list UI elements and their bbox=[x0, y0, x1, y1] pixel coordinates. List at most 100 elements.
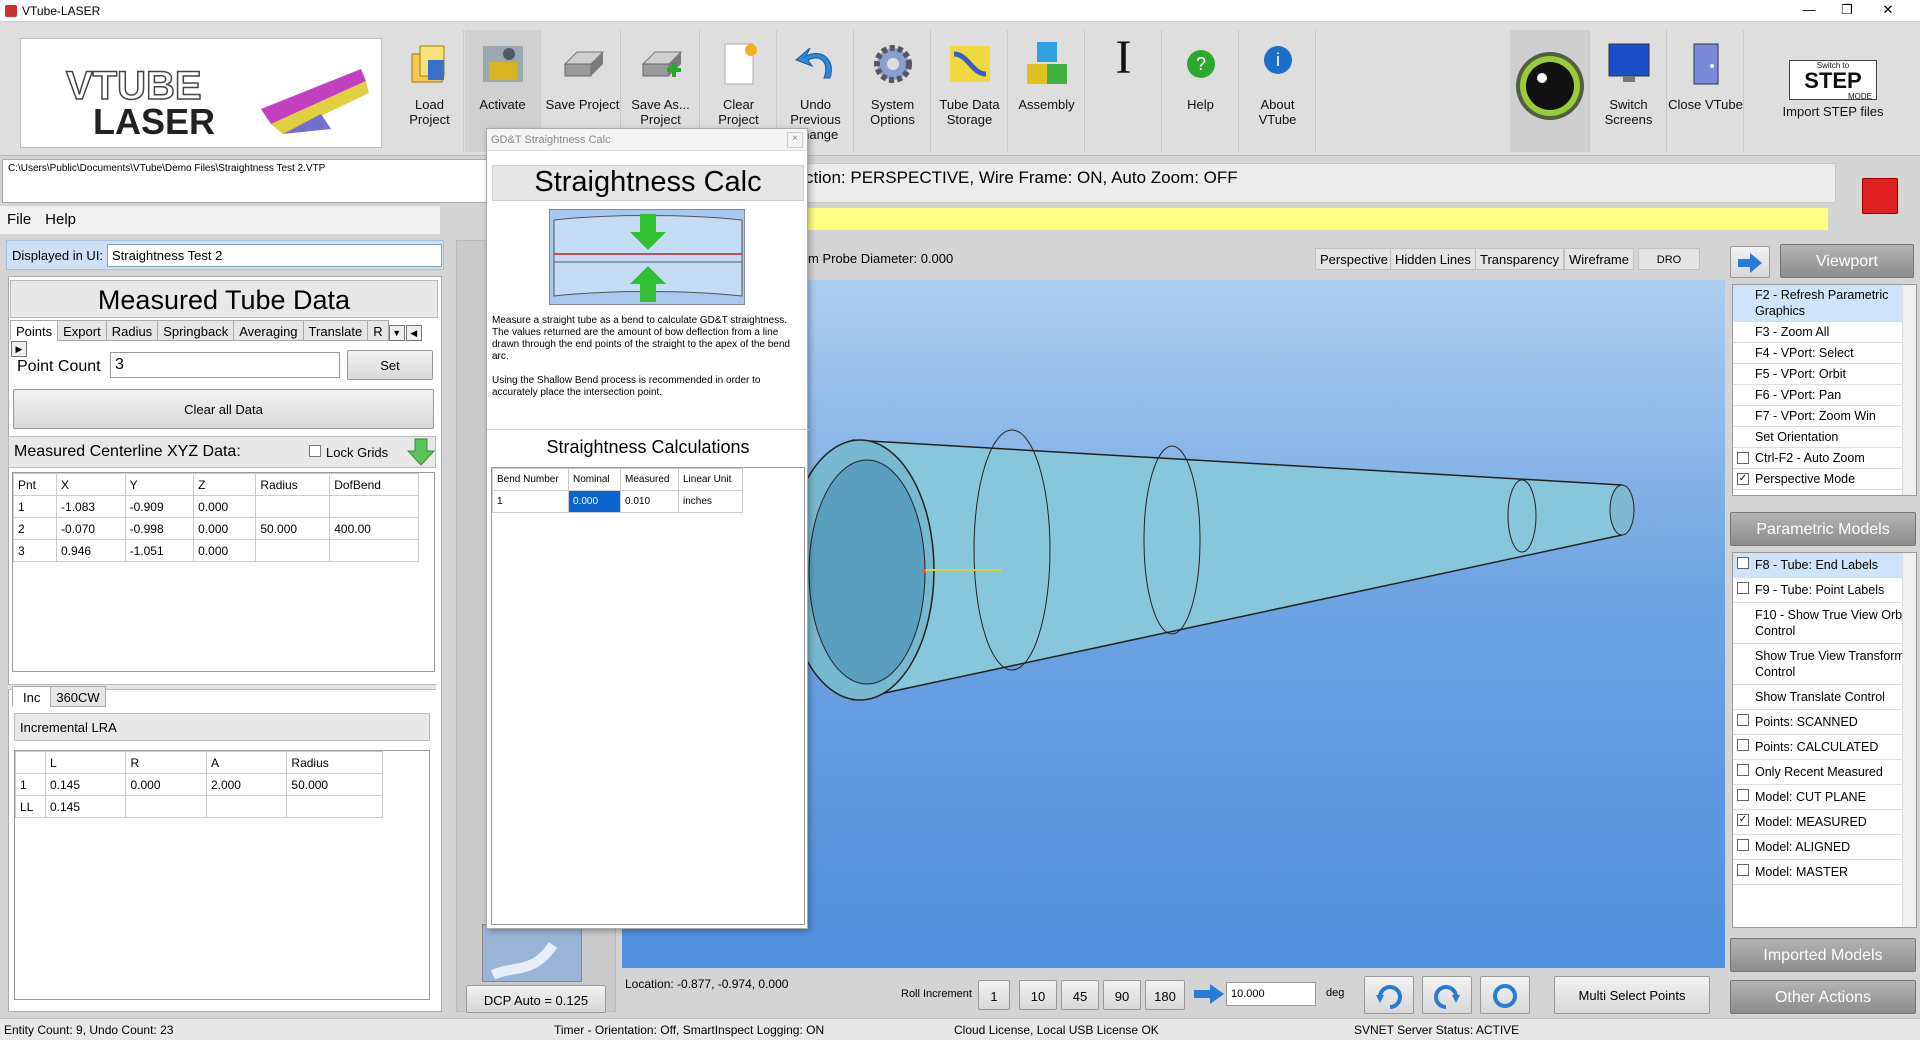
roll-10-button[interactable]: 10 bbox=[1019, 980, 1057, 1010]
tube-data-storage-button[interactable]: Tube Data Storage bbox=[932, 30, 1008, 152]
points-scanned-checkbox[interactable] bbox=[1737, 714, 1749, 726]
list-item-points-calculated[interactable]: Points: CALCULATED bbox=[1733, 735, 1916, 760]
tab-inc[interactable]: Inc bbox=[12, 686, 52, 707]
cell[interactable]: 0.000 bbox=[193, 539, 257, 562]
point-labels-checkbox[interactable] bbox=[1737, 582, 1749, 594]
list-item-end-labels[interactable]: F8 - Tube: End Labels bbox=[1733, 553, 1916, 578]
lock-grids-checkbox[interactable] bbox=[309, 445, 321, 457]
cell[interactable] bbox=[255, 495, 331, 518]
cell[interactable]: -0.070 bbox=[56, 517, 126, 540]
roll-90-button[interactable]: 90 bbox=[1103, 980, 1141, 1010]
menu-file[interactable]: File bbox=[0, 206, 38, 233]
menu-help[interactable]: Help bbox=[38, 206, 83, 233]
close-window-button[interactable]: ✕ bbox=[1874, 2, 1902, 18]
tab-left-icon[interactable]: ◀ bbox=[405, 325, 422, 341]
cell[interactable]: 400.00 bbox=[329, 517, 419, 540]
wireframe-button[interactable]: Wireframe bbox=[1564, 248, 1634, 270]
load-project-button[interactable]: Load Project bbox=[396, 30, 464, 152]
cell[interactable]: -0.998 bbox=[124, 517, 195, 540]
cell[interactable]: 0.010 bbox=[620, 490, 679, 513]
tab-right-icon[interactable]: ▶ bbox=[11, 341, 27, 357]
cell[interactable] bbox=[125, 795, 207, 818]
list-item-refresh[interactable]: F2 - Refresh Parametric Graphics bbox=[1733, 285, 1916, 322]
text-cursor-button[interactable]: I bbox=[1086, 30, 1162, 152]
list-item-model-measured[interactable]: ✓ Model: MEASURED bbox=[1733, 810, 1916, 835]
table-row[interactable]: LL 0.145 bbox=[15, 795, 383, 818]
cell[interactable] bbox=[286, 795, 383, 818]
tab-dropdown-icon[interactable]: ▼ bbox=[388, 325, 405, 341]
imported-models-header[interactable]: Imported Models bbox=[1730, 938, 1916, 972]
table-row[interactable]: 2 -0.070 -0.998 0.000 50.000 400.00 bbox=[12, 517, 419, 540]
perspective-mode-checkbox[interactable]: ✓ bbox=[1737, 473, 1749, 485]
cell[interactable]: LL bbox=[15, 795, 46, 818]
tab-r[interactable]: R bbox=[367, 320, 389, 341]
list-item-points-scanned[interactable]: Points: SCANNED bbox=[1733, 710, 1916, 735]
cell[interactable]: 50.000 bbox=[255, 517, 331, 540]
close-vtube-button[interactable]: Close VTube bbox=[1668, 30, 1744, 152]
down-arrow-icon[interactable] bbox=[407, 437, 435, 467]
cut-plane-checkbox[interactable] bbox=[1737, 789, 1749, 801]
list-item-translate-control[interactable]: Show Translate Control bbox=[1733, 685, 1916, 710]
end-labels-checkbox[interactable] bbox=[1737, 557, 1749, 569]
cell[interactable]: 0.145 bbox=[44, 795, 127, 818]
cell[interactable]: 0.000 bbox=[193, 495, 257, 518]
recent-measured-checkbox[interactable] bbox=[1737, 764, 1749, 776]
cell[interactable]: 2.000 bbox=[205, 773, 288, 796]
cell-selected[interactable]: 0.000 bbox=[568, 490, 621, 513]
list-item-vport-pan[interactable]: F6 - VPort: Pan bbox=[1733, 385, 1916, 406]
dcp-auto[interactable]: DCP Auto = 0.125 bbox=[466, 985, 606, 1013]
parametric-models-header[interactable]: Parametric Models bbox=[1730, 512, 1916, 546]
points-calculated-checkbox[interactable] bbox=[1737, 739, 1749, 751]
cell[interactable] bbox=[329, 539, 419, 562]
switch-screens-button[interactable]: Switch Screens bbox=[1591, 30, 1667, 152]
assembly-button[interactable]: Assembly bbox=[1009, 30, 1085, 152]
cell[interactable] bbox=[329, 495, 419, 518]
about-vtube-button[interactable]: i About VTube bbox=[1240, 30, 1316, 152]
tab-360cw[interactable]: 360CW bbox=[50, 686, 106, 707]
rotate-right-button[interactable] bbox=[1422, 976, 1472, 1014]
measure-eye-button[interactable] bbox=[1510, 30, 1590, 152]
list-item-cut-plane[interactable]: Model: CUT PLANE bbox=[1733, 785, 1916, 810]
roll-1-button[interactable]: 1 bbox=[978, 980, 1010, 1010]
hidden-lines-button[interactable]: Hidden Lines bbox=[1390, 248, 1476, 270]
cell[interactable]: 1 bbox=[12, 495, 58, 518]
tab-averaging[interactable]: Averaging bbox=[233, 320, 304, 341]
import-step-button[interactable]: Switch to STEP MODE Import STEP files bbox=[1746, 30, 1920, 152]
parametric-list-scrollbar[interactable] bbox=[1902, 553, 1916, 927]
tube-thumbnail[interactable] bbox=[482, 924, 582, 982]
tab-export[interactable]: Export bbox=[57, 320, 107, 341]
list-item-model-aligned[interactable]: Model: ALIGNED bbox=[1733, 835, 1916, 860]
list-item-vport-orbit[interactable]: F5 - VPort: Orbit bbox=[1733, 364, 1916, 385]
cell[interactable] bbox=[255, 539, 331, 562]
cell[interactable]: 50.000 bbox=[286, 773, 383, 796]
transparency-button[interactable]: Transparency bbox=[1475, 248, 1564, 270]
table-row[interactable]: 1 0.145 0.000 2.000 50.000 bbox=[15, 773, 383, 796]
list-item-perspective-mode[interactable]: ✓ Perspective Mode bbox=[1733, 469, 1916, 490]
list-item-set-orientation[interactable]: Set Orientation bbox=[1733, 427, 1916, 448]
cell[interactable]: 0.946 bbox=[56, 539, 126, 562]
point-count-input[interactable] bbox=[110, 352, 340, 378]
other-actions-header[interactable]: Other Actions bbox=[1730, 980, 1916, 1014]
panel-toggle-button[interactable] bbox=[1730, 246, 1770, 278]
table-row[interactable]: 1 -1.083 -0.909 0.000 bbox=[12, 495, 419, 518]
model-master-checkbox[interactable] bbox=[1737, 864, 1749, 876]
dialog-close-icon[interactable]: × bbox=[787, 132, 803, 148]
displayed-name-input[interactable] bbox=[107, 244, 442, 267]
viewport-header[interactable]: Viewport bbox=[1780, 244, 1914, 278]
tab-translate[interactable]: Translate bbox=[302, 320, 369, 341]
tab-springback[interactable]: Springback bbox=[157, 320, 235, 341]
cell[interactable]: 0.145 bbox=[44, 773, 127, 796]
auto-zoom-checkbox[interactable] bbox=[1737, 452, 1749, 464]
cell[interactable]: 3 bbox=[12, 539, 58, 562]
model-aligned-checkbox[interactable] bbox=[1737, 839, 1749, 851]
cell[interactable]: 1 bbox=[15, 773, 46, 796]
dro-button[interactable]: DRO bbox=[1638, 248, 1700, 270]
perspective-button[interactable]: Perspective bbox=[1315, 248, 1393, 270]
roll-45-button[interactable]: 45 bbox=[1061, 980, 1099, 1010]
cell[interactable]: -1.083 bbox=[56, 495, 126, 518]
system-options-button[interactable]: System Options bbox=[855, 30, 931, 152]
rotate-left-button[interactable] bbox=[1364, 976, 1414, 1014]
list-item-recent-measured[interactable]: Only Recent Measured bbox=[1733, 760, 1916, 785]
cell[interactable] bbox=[205, 795, 288, 818]
help-button[interactable]: ? Help bbox=[1163, 30, 1239, 152]
